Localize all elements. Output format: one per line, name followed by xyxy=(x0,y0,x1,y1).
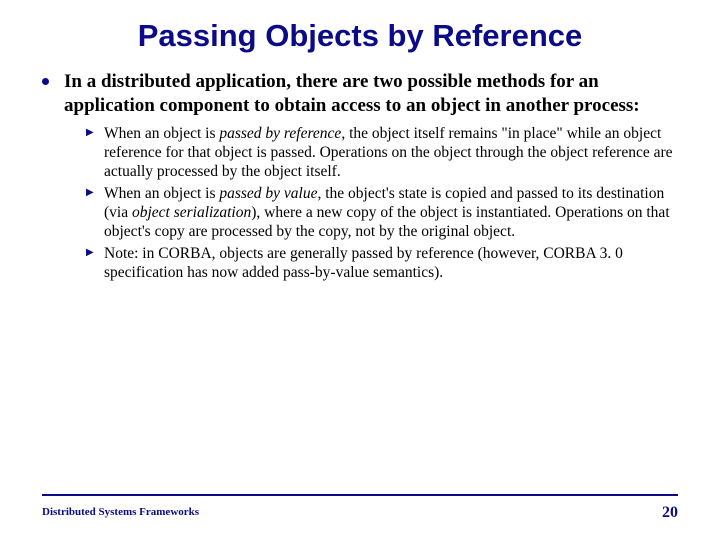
text-part: When an object is xyxy=(104,125,219,142)
footer-divider xyxy=(42,494,678,496)
intro-text: In a distributed application, there are … xyxy=(64,70,678,118)
arrow-icon: ▶ xyxy=(86,128,96,138)
arrow-icon: ▶ xyxy=(86,248,96,258)
bullet-dot-icon xyxy=(42,78,49,85)
sub-bullet-3: ▶ Note: in CORBA, objects are generally … xyxy=(86,244,678,283)
intro-item: In a distributed application, there are … xyxy=(42,70,678,283)
sub-bullet-2: ▶ When an object is passed by value, the… xyxy=(86,184,678,242)
slide-title: Passing Objects by Reference xyxy=(0,0,720,64)
footer-title: Distributed Systems Frameworks xyxy=(42,506,199,518)
text-emph: passed by value xyxy=(219,185,317,202)
sub-bullets: ▶ When an object is passed by reference,… xyxy=(64,124,678,283)
text-emph: passed by reference xyxy=(219,125,341,142)
slide-content: In a distributed application, there are … xyxy=(0,70,720,283)
text-part: When an object is xyxy=(104,185,219,202)
page-number: 20 xyxy=(662,504,678,522)
arrow-icon: ▶ xyxy=(86,188,96,198)
text-emph: object serialization xyxy=(132,204,251,221)
sub-bullet-1: ▶ When an object is passed by reference,… xyxy=(86,124,678,182)
text-part: Note: in CORBA, objects are generally pa… xyxy=(104,245,623,281)
